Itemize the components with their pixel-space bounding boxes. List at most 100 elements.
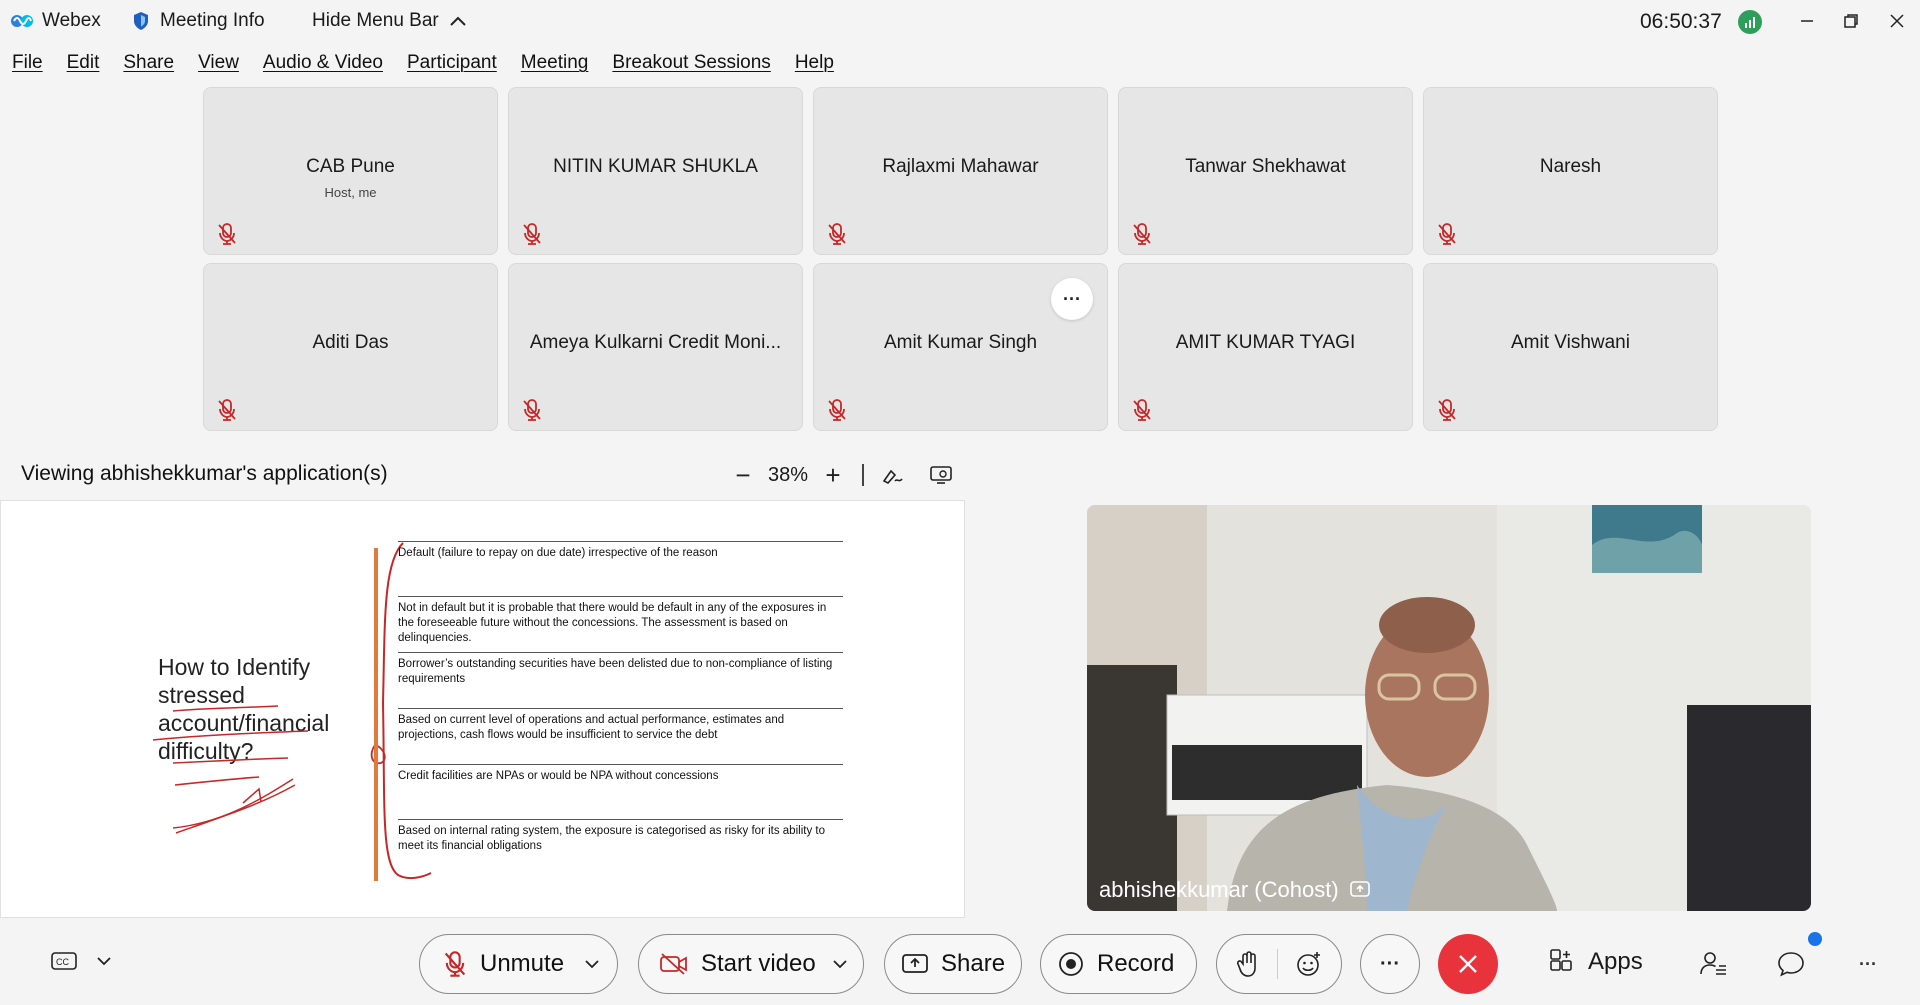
start-video-button[interactable]: Start video	[638, 934, 864, 994]
participant-tile[interactable]: Amit Vishwani	[1423, 263, 1718, 431]
more-options-label: ···	[1380, 952, 1400, 975]
speaker-video-frame	[1087, 505, 1811, 911]
menu-share[interactable]: Share	[123, 52, 174, 82]
zoom-divider	[862, 464, 864, 486]
share-view-options-button[interactable]	[926, 460, 956, 490]
participant-name: Amit Vishwani	[1511, 332, 1630, 353]
apps-grid-icon	[1550, 949, 1572, 971]
menu-meeting[interactable]: Meeting	[521, 52, 589, 82]
viewing-application-label: Viewing abhishekkumar's application(s)	[21, 462, 388, 485]
minimize-button[interactable]	[1790, 6, 1824, 36]
reactions-divider	[1277, 949, 1279, 979]
muted-mic-icon	[523, 223, 541, 245]
record-label: Record	[1097, 950, 1175, 977]
closed-captions-button[interactable]: CC	[50, 950, 112, 972]
slide-row: Not in default but it is probable that t…	[398, 596, 843, 652]
apps-button[interactable]: Apps	[1548, 948, 1643, 976]
slide-accent-bar	[374, 548, 378, 881]
participant-tile[interactable]: Tanwar Shekhawat	[1118, 87, 1413, 255]
overflow-menu-button[interactable]: ···	[1852, 948, 1884, 980]
leave-meeting-button[interactable]	[1438, 934, 1498, 994]
hide-menu-bar-button[interactable]: Hide Menu Bar	[312, 10, 467, 32]
reactions-group	[1216, 934, 1342, 994]
participant-name: Tanwar Shekhawat	[1185, 156, 1346, 177]
restore-button[interactable]	[1834, 6, 1868, 36]
participant-more-options-button[interactable]: ···	[1051, 278, 1093, 320]
active-speaker-video[interactable]: abhishekkumar (Cohost)	[1087, 505, 1811, 911]
participant-name: Rajlaxmi Mahawar	[882, 156, 1039, 177]
chevron-down-icon[interactable]	[832, 959, 848, 969]
zoom-out-button[interactable]: −	[728, 460, 758, 490]
participant-tile[interactable]: Ameya Kulkarni Credit Moni...	[508, 263, 803, 431]
menu-audio-video[interactable]: Audio & Video	[263, 52, 383, 82]
emoji-reactions-icon[interactable]	[1295, 950, 1323, 978]
record-button[interactable]: Record	[1040, 934, 1197, 994]
share-button[interactable]: Share	[884, 934, 1022, 994]
menu-help[interactable]: Help	[795, 52, 834, 82]
muted-mic-icon	[1133, 223, 1151, 245]
chat-panel-button[interactable]	[1775, 948, 1807, 980]
zoom-level: 38%	[767, 463, 809, 486]
muted-mic-icon	[828, 223, 846, 245]
record-icon	[1059, 952, 1083, 976]
close-icon	[1459, 955, 1477, 973]
chevron-down-icon	[97, 957, 111, 966]
unmute-button[interactable]: Unmute	[419, 934, 618, 994]
participants-icon	[1700, 952, 1726, 975]
menu-edit[interactable]: Edit	[67, 52, 100, 82]
title-bar: Webex Meeting Info Hide Menu Bar 06:50:3…	[0, 0, 1920, 44]
annotate-button[interactable]	[878, 460, 908, 490]
chevron-down-icon[interactable]	[584, 959, 600, 969]
closed-captions-icon: CC	[51, 952, 77, 970]
share-zoom-controls: − 38% +	[728, 460, 956, 490]
raise-hand-icon[interactable]	[1235, 950, 1261, 978]
muted-mic-icon	[1133, 399, 1151, 421]
participant-tile[interactable]: ··· Amit Kumar Singh	[813, 263, 1108, 431]
share-screen-icon	[902, 954, 928, 973]
muted-mic-icon	[828, 399, 846, 421]
participant-tile[interactable]: Naresh	[1423, 87, 1718, 255]
participant-tile[interactable]: Aditi Das	[203, 263, 498, 431]
participant-name: NITIN KUMAR SHUKLA	[553, 156, 758, 177]
annotate-pen-icon	[882, 469, 903, 484]
participant-name: Aditi Das	[312, 332, 389, 353]
participants-panel-button[interactable]	[1697, 948, 1729, 980]
apps-label: Apps	[1588, 948, 1643, 975]
shared-slide: How to Identify stressed account/financi…	[113, 503, 851, 915]
participant-name: AMIT KUMAR TYAGI	[1175, 332, 1356, 353]
sharing-screen-icon	[1349, 881, 1370, 897]
muted-mic-icon	[218, 223, 236, 245]
chat-icon	[1778, 952, 1804, 977]
hide-menu-bar-label: Hide Menu Bar	[312, 10, 439, 31]
meeting-clock: 06:50:37	[1640, 10, 1722, 33]
participant-name: Amit Kumar Singh	[883, 332, 1038, 353]
meeting-info-button[interactable]: Meeting Info	[132, 10, 265, 32]
network-signal-icon[interactable]	[1738, 10, 1762, 34]
menu-file[interactable]: File	[12, 52, 43, 82]
participant-tile[interactable]: Rajlaxmi Mahawar	[813, 87, 1108, 255]
menu-view[interactable]: View	[198, 52, 239, 82]
screen-options-icon	[930, 466, 952, 484]
menu-breakout-sessions[interactable]: Breakout Sessions	[612, 52, 770, 82]
participant-tile[interactable]: CAB Pune Host, me	[203, 87, 498, 255]
more-options-button[interactable]: ···	[1360, 934, 1420, 994]
menu-participant[interactable]: Participant	[407, 52, 497, 82]
video-name-label: abhishekkumar (Cohost)	[1099, 877, 1371, 903]
participant-tile[interactable]: AMIT KUMAR TYAGI	[1118, 263, 1413, 431]
chevron-up-icon	[450, 16, 466, 26]
participant-role: Host, me	[324, 185, 377, 200]
minimize-icon	[1801, 20, 1813, 22]
webex-app-menu[interactable]: Webex	[10, 10, 101, 32]
shield-icon	[134, 12, 148, 30]
participant-tile[interactable]: NITIN KUMAR SHUKLA	[508, 87, 803, 255]
muted-mic-icon	[444, 951, 466, 977]
zoom-in-button[interactable]: +	[818, 460, 848, 490]
shared-content-area[interactable]: How to Identify stressed account/financi…	[0, 500, 965, 918]
unmute-label: Unmute	[480, 950, 565, 977]
slide-row: Based on internal rating system, the exp…	[398, 819, 843, 874]
chat-notification-badge	[1808, 932, 1822, 946]
start-video-label: Start video	[701, 950, 816, 977]
muted-mic-icon	[218, 399, 236, 421]
close-window-button[interactable]	[1880, 6, 1914, 36]
app-name: Webex	[42, 10, 101, 31]
